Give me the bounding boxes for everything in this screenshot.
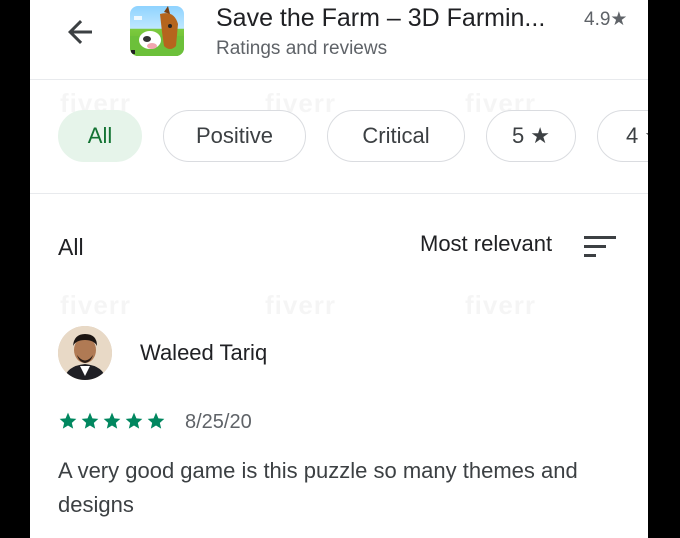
review-text: A very good game is this puzzle so many …	[58, 458, 578, 517]
divider	[30, 79, 648, 80]
farm-animals-icon	[130, 6, 184, 56]
arrow-back-icon	[68, 20, 92, 44]
watermark: fiverr	[265, 290, 336, 321]
page-subtitle: Ratings and reviews	[216, 38, 388, 59]
star-rating	[58, 411, 166, 431]
watermark: fiverr	[465, 290, 536, 321]
reviews-screen: fiverr fiverr fiverr fiverr fiverr fiver…	[30, 0, 648, 538]
star-icon	[103, 412, 121, 429]
filter-chip-4-star[interactable]: 4 ★	[597, 110, 648, 162]
sort-icon[interactable]	[584, 234, 618, 260]
review-date: 8/25/20	[185, 411, 252, 433]
app-rating: 4.9★	[584, 9, 628, 30]
star-icon	[59, 412, 77, 429]
star-icon	[147, 412, 165, 429]
section-title: All	[58, 234, 84, 260]
divider	[30, 193, 648, 194]
filter-chip-positive[interactable]: Positive	[163, 110, 306, 162]
star-icon	[125, 412, 143, 429]
app-icon[interactable]	[130, 6, 184, 56]
user-photo-icon	[58, 326, 112, 380]
app-title: Save the Farm – 3D Farmin...	[216, 4, 546, 32]
filter-chip-critical[interactable]: Critical	[327, 110, 465, 162]
watermark: fiverr	[60, 290, 131, 321]
reviewer-name: Waleed Tariq	[140, 340, 268, 365]
back-button[interactable]	[62, 14, 98, 50]
sort-dropdown[interactable]: Most relevant	[420, 231, 552, 257]
filter-chip-5-star[interactable]: 5 ★	[486, 110, 576, 162]
filter-chip-all[interactable]: All	[58, 110, 142, 162]
avatar	[58, 326, 112, 380]
star-icon	[81, 412, 99, 429]
sort-lines-icon	[584, 236, 616, 257]
